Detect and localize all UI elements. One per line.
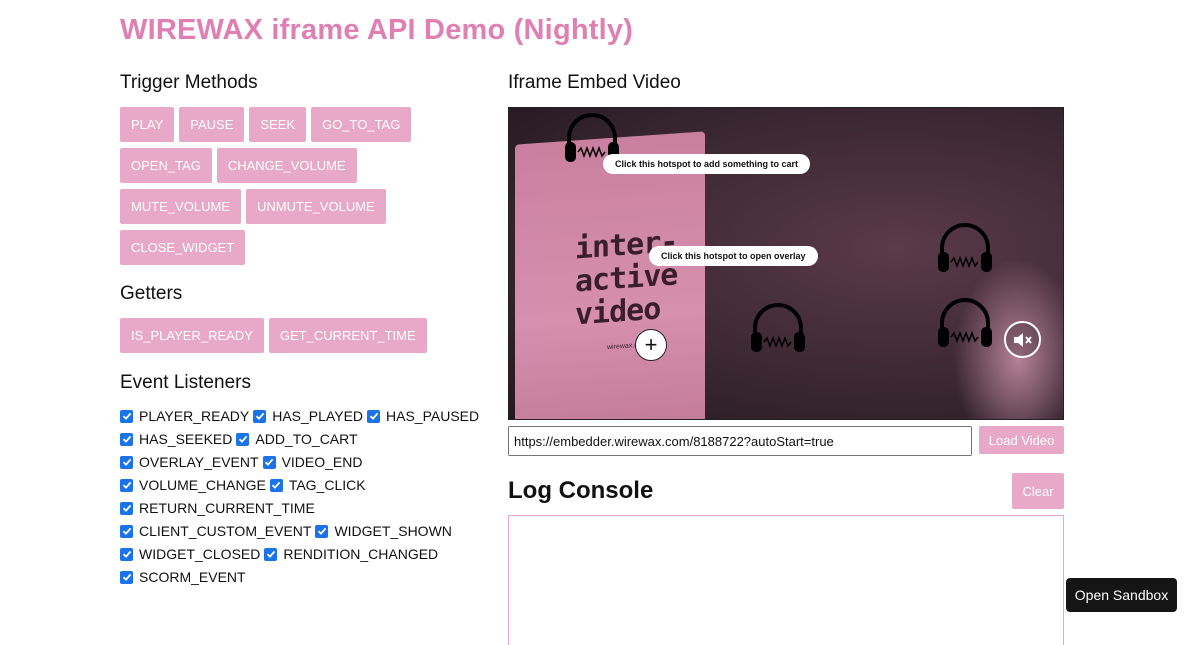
checkbox[interactable] [262,455,276,469]
event-listener-label: OVERLAY_EVENT [139,454,259,470]
checkbox[interactable] [264,547,278,561]
hotspot-add-to-cart[interactable]: Click this hotspot to add something to c… [603,154,811,174]
event-listener-label: SCORM_EVENT [139,569,246,585]
event-listener-label: HAS_PAUSED [386,408,480,424]
event-listener-item[interactable]: VIDEO_END [262,453,363,471]
checkbox[interactable] [120,455,133,469]
trigger-method-button[interactable]: MUTE_VOLUME [120,189,241,224]
getter-button[interactable]: IS_PLAYER_READY [120,318,264,353]
checkbox[interactable] [120,547,133,561]
clear-log-button[interactable]: Clear [1012,473,1064,509]
event-listener-item[interactable]: RETURN_CURRENT_TIME [120,499,315,517]
event-listener-label: VOLUME_CHANGE [139,477,266,493]
trigger-method-button[interactable]: PAUSE [179,107,245,142]
event-listener-item[interactable]: OVERLAY_EVENT [120,453,259,471]
getters-heading: Getters [120,283,183,304]
headphones-icon[interactable] [747,298,809,360]
page-title: WIREWAX iframe API Demo (Nightly) [120,14,634,46]
getters-buttons: IS_PLAYER_READY GET_CURRENT_TIME [120,318,480,353]
trigger-method-button[interactable]: GO_TO_TAG [311,107,412,142]
checkbox[interactable] [120,432,133,446]
event-listener-label: PLAYER_READY [139,408,250,424]
speaker-muted-icon[interactable] [1004,321,1041,358]
trigger-method-button[interactable]: PLAY [120,107,175,142]
event-listener-item[interactable]: SCORM_EVENT [120,568,246,586]
event-listener-label: RENDITION_CHANGED [283,546,439,562]
embed-panel: Iframe Embed Video inter-active video wir… [508,72,1064,645]
checkbox[interactable] [120,501,133,515]
checkbox[interactable] [367,409,381,423]
trigger-methods-heading: Trigger Methods [120,72,258,93]
checkbox[interactable] [315,524,329,538]
getter-button[interactable]: GET_CURRENT_TIME [268,318,427,353]
video-card-text: inter-active video [575,224,678,333]
checkbox[interactable] [120,570,133,584]
video-url-input[interactable] [508,426,973,456]
event-listener-label: TAG_CLICK [288,477,366,493]
event-listener-item[interactable]: HAS_PLAYED [253,407,363,425]
event-listener-label: ADD_TO_CART [255,431,358,447]
trigger-methods-buttons: PLAY PAUSE SEEK GO_TO_TAG OPEN_TAG CHANGE_VOL… [120,107,480,265]
event-listener-item[interactable]: PLAYER_READY [120,407,249,425]
checkbox[interactable] [269,478,283,492]
trigger-method-button[interactable]: CHANGE_VOLUME [216,148,357,183]
headphones-icon[interactable] [934,218,996,280]
event-listener-item[interactable]: HAS_PAUSED [367,407,479,425]
event-listeners-heading: Event Listeners [120,372,251,393]
trigger-method-button[interactable]: SEEK [249,107,307,142]
event-listener-item[interactable]: ADD_TO_CART [236,430,358,448]
event-listener-item[interactable]: HAS_SEEKED [120,430,232,448]
load-video-button[interactable]: Load Video [979,426,1064,454]
open-sandbox-button[interactable]: Open Sandbox [1066,578,1177,612]
event-listener-label: HAS_PLAYED [272,408,364,424]
log-console-output[interactable] [508,515,1064,645]
checkbox[interactable] [236,432,250,446]
hotspot-open-overlay[interactable]: Click this hotspot to open overlay [649,246,818,266]
event-listener-item[interactable]: RENDITION_CHANGED [264,545,438,563]
event-listeners-list: PLAYER_READY HAS_PLAYED HAS_PAUSED HAS_SEEK… [120,407,490,586]
video-card-prop: inter-active video wirewax.com [515,131,705,419]
checkbox[interactable] [253,409,267,423]
trigger-method-button[interactable]: OPEN_TAG [120,148,212,183]
event-listener-label: WIDGET_CLOSED [139,546,261,562]
iframe-embed-heading: Iframe Embed Video [508,72,681,93]
event-listener-item[interactable]: WIDGET_SHOWN [315,522,452,540]
checkbox[interactable] [120,524,133,538]
trigger-method-button[interactable]: UNMUTE_VOLUME [245,189,386,224]
headphones-icon[interactable] [934,293,996,355]
event-listener-label: RETURN_CURRENT_TIME [139,500,315,516]
event-listener-label: CLIENT_CUSTOM_EVENT [139,523,312,539]
event-listener-item[interactable]: TAG_CLICK [269,476,366,494]
log-console-heading: Log Console [508,477,654,504]
event-listener-item[interactable]: WIDGET_CLOSED [120,545,260,563]
log-console-header: Log Console Clear [508,473,1064,509]
checkbox[interactable] [120,409,133,423]
plus-icon[interactable]: + [635,329,667,361]
checkbox[interactable] [120,478,133,492]
video-player[interactable]: inter-active video wirewax.com Click thi… [508,107,1064,420]
event-listener-label: WIDGET_SHOWN [334,523,452,539]
url-row: Load Video [508,426,1064,456]
event-listener-label: VIDEO_END [281,454,363,470]
trigger-method-button[interactable]: CLOSE_WIDGET [120,230,246,265]
event-listener-item[interactable]: CLIENT_CUSTOM_EVENT [120,522,311,540]
event-listener-item[interactable]: VOLUME_CHANGE [120,476,266,494]
event-listener-label: HAS_SEEKED [139,431,233,447]
controls-panel: Trigger Methods PLAY PAUSE SEEK GO_TO_TAG OP… [120,72,490,586]
